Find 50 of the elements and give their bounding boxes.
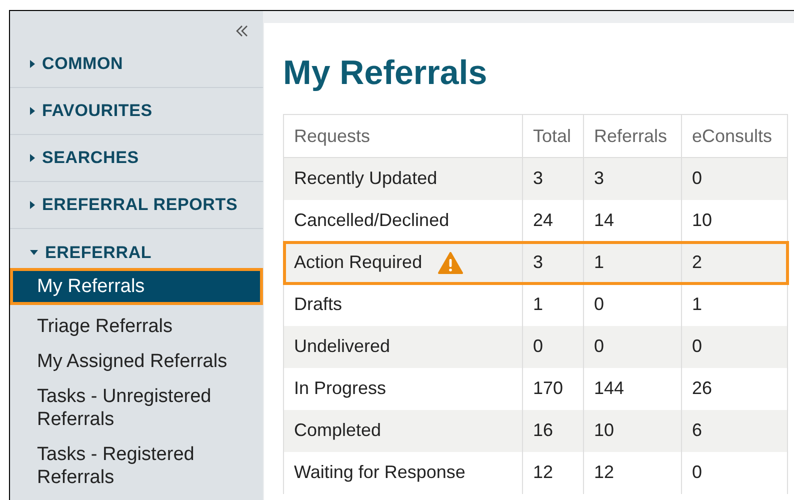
sidebar-item[interactable]: Triage Referrals [10, 309, 263, 344]
table-cell-text: Completed [294, 419, 382, 442]
table-cell: 12 [533, 462, 554, 482]
table-cell: 170 [533, 378, 564, 398]
section-header[interactable]: COMMON [42, 51, 124, 77]
table-cell-text: Undelivered [294, 335, 390, 358]
table-cell-text: Waiting for Response [294, 461, 466, 484]
table-cell: 1 [692, 294, 702, 314]
sidebar-item[interactable]: Tasks - Registered Referrals [10, 437, 263, 495]
table-cell: 0 [692, 168, 702, 188]
sidebar-item[interactable]: My Assigned Referrals [10, 344, 263, 379]
table-cell: 0 [692, 462, 702, 482]
table-cell: 24 [533, 210, 554, 230]
table-cell: 26 [692, 378, 712, 398]
caret-right-icon [30, 201, 35, 209]
table-cell: 3 [533, 252, 544, 272]
table-cell: 0 [594, 336, 604, 356]
caret-right-icon [30, 107, 35, 115]
table-cell-text: Recently Updated [294, 167, 438, 190]
table-cell: 3 [533, 168, 544, 188]
section-header[interactable]: EREFERRAL REPORTS [42, 192, 238, 218]
page-title: My Referrals [283, 53, 488, 94]
caret-right-icon [30, 60, 35, 68]
section-header[interactable]: SEARCHES [42, 145, 139, 171]
table-cell: 3 [594, 168, 604, 188]
section-header[interactable]: EREFERRAL [45, 240, 152, 266]
table-cell-text: Drafts [294, 293, 342, 316]
caret-down-icon [30, 250, 38, 256]
table-cell: 10 [692, 210, 712, 230]
table-cell: 12 [594, 462, 614, 482]
table-cell: 1 [533, 294, 544, 314]
table-cell: 1 [594, 252, 604, 272]
sidebar-item[interactable]: Tasks - Unregistered Referrals [10, 379, 263, 437]
section-header[interactable]: FAVOURITES [42, 98, 152, 124]
sidebar-item[interactable]: My Referrals [10, 268, 263, 305]
column-header: Requests [284, 114, 522, 158]
table-cell: 10 [594, 420, 614, 440]
table-cell-text: In Progress [294, 377, 386, 400]
table-cell: 2 [692, 252, 702, 272]
table-cell-text: Cancelled/Declined [294, 209, 450, 232]
table-cell: 0 [594, 294, 604, 314]
caret-right-icon [30, 154, 35, 162]
table-cell: 144 [594, 378, 624, 398]
table-cell: 16 [533, 420, 554, 440]
table-cell: 14 [594, 210, 614, 230]
table-cell: 0 [692, 336, 702, 356]
table-cell-text: Action Required [294, 251, 422, 274]
table-cell: 0 [533, 336, 544, 356]
table-cell: 6 [692, 420, 702, 440]
collapse-icon[interactable] [235, 25, 249, 37]
